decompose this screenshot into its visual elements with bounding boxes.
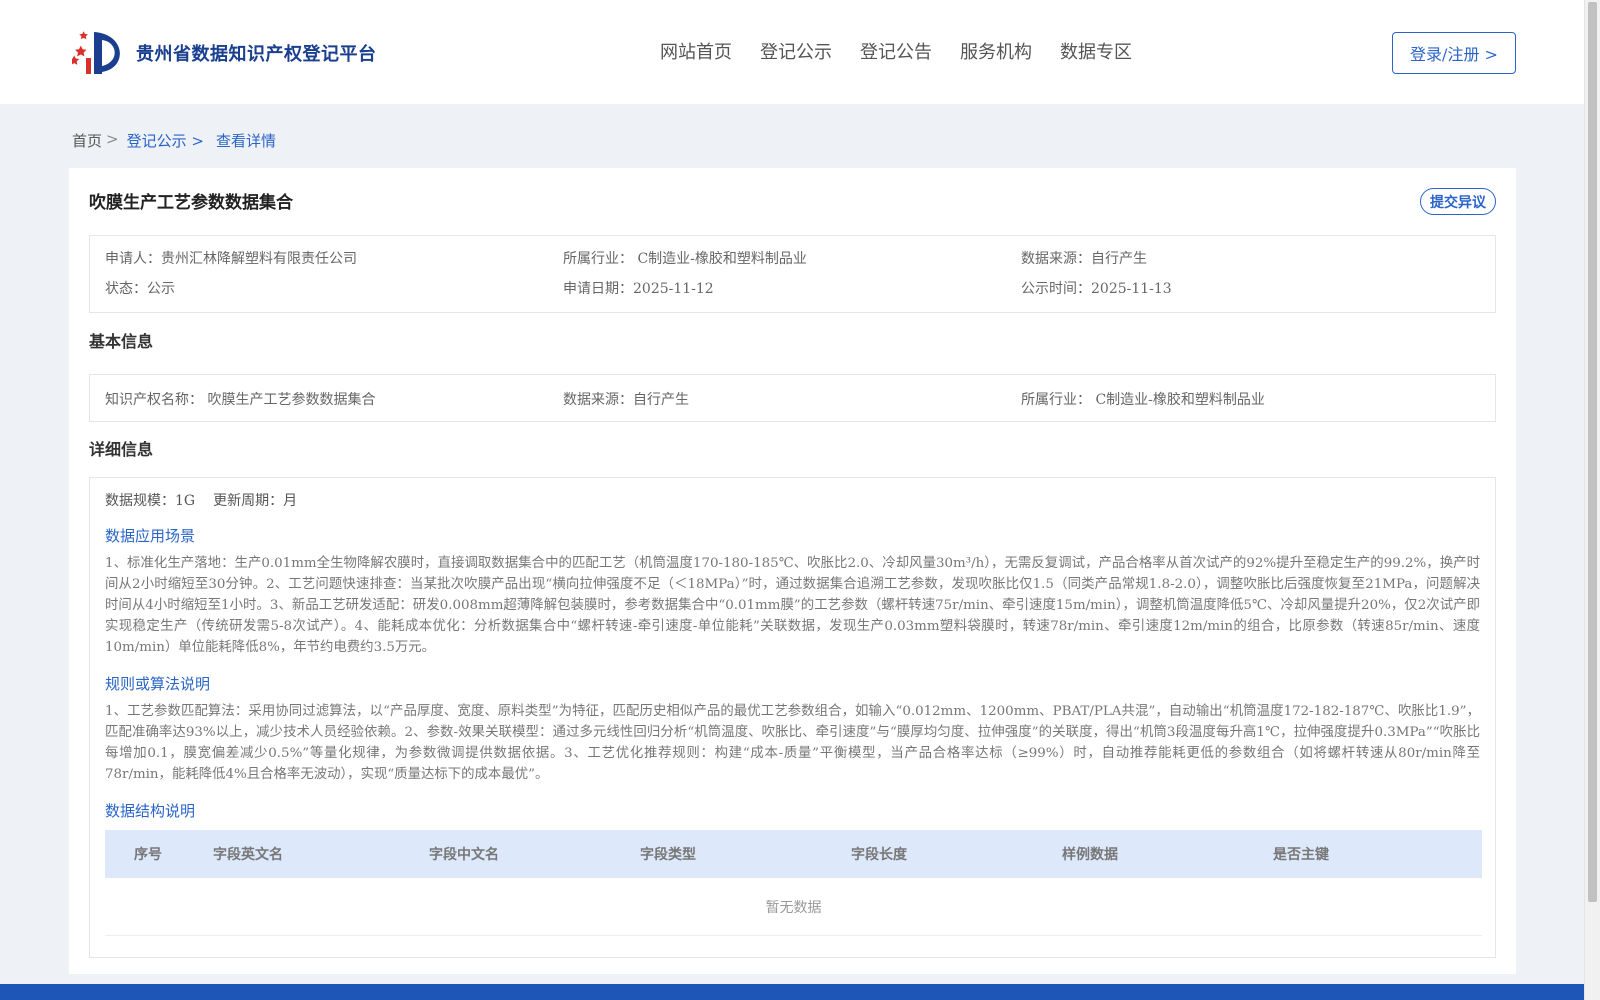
nav-service-agencies[interactable]: 服务机构 xyxy=(960,38,1032,64)
application-date: 申请日期：2025-11-12 xyxy=(563,281,714,297)
col-en-name: 字段英文名 xyxy=(213,847,283,863)
col-type: 字段类型 xyxy=(640,847,696,863)
col-length: 字段长度 xyxy=(851,847,907,863)
summary-row: 状态：公示 申请日期：2025-11-12 公示时间：2025-11-13 xyxy=(105,278,1485,298)
ip-name: 知识产权名称： 吹膜生产工艺参数数据集合 xyxy=(105,392,376,408)
scenario-heading: 数据应用场景 xyxy=(105,527,196,545)
data-scale: 数据规模：1G xyxy=(105,493,196,509)
breadcrumb: 首页 > 登记公示 > 查看详情 xyxy=(72,130,276,151)
structure-heading: 数据结构说明 xyxy=(105,802,196,820)
col-primary-key: 是否主键 xyxy=(1273,847,1329,863)
summary-row: 申请人：贵州汇林降解塑料有限责任公司 所属行业： C制造业-橡胶和塑料制品业 数… xyxy=(105,248,1485,268)
industry: 所属行业： C制造业-橡胶和塑料制品业 xyxy=(563,251,807,267)
publicity-date: 公示时间：2025-11-13 xyxy=(1021,281,1172,297)
scrollbar-thumb[interactable] xyxy=(1588,2,1597,902)
page-title: 吹膜生产工艺参数数据集合 xyxy=(89,193,293,213)
col-sample: 样例数据 xyxy=(1062,847,1118,863)
nav-registration-notice[interactable]: 登记公告 xyxy=(860,38,932,64)
breadcrumb-separator: > xyxy=(106,130,119,148)
emblem-icon xyxy=(72,31,120,74)
structure-table: 序号 字段英文名 字段中文名 字段类型 字段长度 样例数据 是否主键 暂无数据 xyxy=(105,830,1482,936)
footer-bar xyxy=(0,984,1584,1000)
basic-data-source: 数据来源：自行产生 xyxy=(563,392,689,408)
page-scrollbar[interactable] xyxy=(1584,0,1600,1000)
rules-heading: 规则或算法说明 xyxy=(105,675,211,693)
main-nav: 网站首页 登记公示 登记公告 服务机构 数据专区 xyxy=(660,38,1160,64)
nav-registration-public[interactable]: 登记公示 xyxy=(760,38,832,64)
basic-info-heading: 基本信息 xyxy=(89,332,154,351)
status: 状态：公示 xyxy=(105,281,175,297)
breadcrumb-view-details[interactable]: 查看详情 xyxy=(216,130,276,151)
table-header: 序号 字段英文名 字段中文名 字段类型 字段长度 样例数据 是否主键 xyxy=(105,830,1482,878)
nav-data-zone[interactable]: 数据专区 xyxy=(1060,38,1132,64)
summary-box: 申请人：贵州汇林降解塑料有限责任公司 所属行业： C制造业-橡胶和塑料制品业 数… xyxy=(89,235,1496,313)
col-cn-name: 字段中文名 xyxy=(429,847,499,863)
applicant: 申请人：贵州汇林降解塑料有限责任公司 xyxy=(105,251,357,267)
rules-text: 1、工艺参数匹配算法：采用协同过滤算法，以“产品厚度、宽度、原料类型”为特征，匹… xyxy=(105,704,1480,782)
col-index: 序号 xyxy=(134,847,162,863)
top-header: 贵州省数据知识产权登记平台 网站首页 登记公示 登记公告 服务机构 数据专区 登… xyxy=(0,0,1584,104)
site-title: 贵州省数据知识产权登记平台 xyxy=(136,44,377,65)
submit-objection-button[interactable]: 提交异议 xyxy=(1420,188,1496,215)
table-empty-state: 暂无数据 xyxy=(105,878,1482,936)
basic-info-box: 知识产权名称： 吹膜生产工艺参数数据集合 数据来源：自行产生 所属行业： C制造… xyxy=(89,374,1496,422)
nav-home[interactable]: 网站首页 xyxy=(660,38,732,64)
basic-industry: 所属行业： C制造业-橡胶和塑料制品业 xyxy=(1021,392,1265,408)
login-register-button[interactable]: 登录/注册 > xyxy=(1392,32,1516,74)
breadcrumb-registration-public[interactable]: 登记公示 > xyxy=(127,130,204,151)
site-logo[interactable]: 贵州省数据知识产权登记平台 xyxy=(72,28,377,78)
scenario-text: 1、标准化生产落地：生产0.01mm全生物降解农膜时，直接调取数据集合中的匹配工… xyxy=(105,556,1480,655)
update-cycle: 更新周期：月 xyxy=(213,493,298,509)
detail-card: 吹膜生产工艺参数数据集合 提交异议 申请人：贵州汇林降解塑料有限责任公司 所属行… xyxy=(69,168,1516,974)
data-scale-line: 数据规模：1G 更新周期：月 xyxy=(105,490,297,510)
detail-info-box: 数据规模：1G 更新周期：月 数据应用场景 1、标准化生产落地：生产0.01mm全… xyxy=(89,477,1496,958)
detail-info-heading: 详细信息 xyxy=(89,440,154,459)
data-source: 数据来源：自行产生 xyxy=(1021,251,1147,267)
breadcrumb-home[interactable]: 首页 xyxy=(72,130,102,151)
basic-info-row: 知识产权名称： 吹膜生产工艺参数数据集合 数据来源：自行产生 所属行业： C制造… xyxy=(105,389,1485,409)
